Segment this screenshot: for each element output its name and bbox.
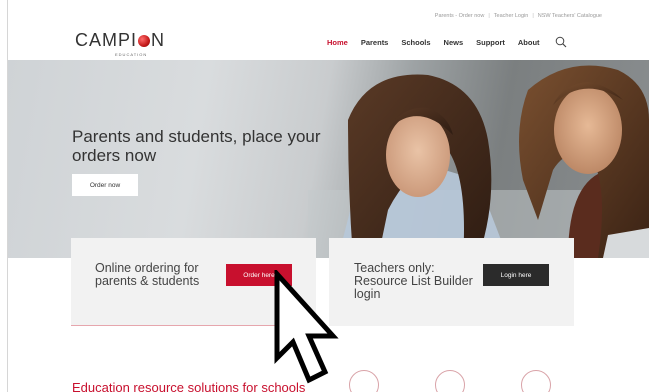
order-now-button[interactable]: Order now: [72, 174, 138, 196]
service-books-icon[interactable]: [521, 370, 551, 392]
utility-link-teacher-login[interactable]: Teacher Login: [494, 13, 529, 19]
mouse-pointer-icon: [274, 270, 339, 384]
logo-text-left: CAMPI: [75, 30, 138, 50]
service-forms-icon[interactable]: [349, 370, 379, 392]
hero-banner: Parents and students, place your orders …: [8, 60, 649, 258]
nav-item-home[interactable]: Home: [327, 38, 348, 47]
utility-link-parents-order[interactable]: Parents - Order now: [435, 13, 485, 19]
main-header: CAMPI N EDUCATION Home Parents Schools N…: [0, 24, 649, 60]
logo-text-right: N: [151, 30, 166, 50]
nav-item-schools[interactable]: Schools: [401, 38, 430, 47]
primary-nav: Home Parents Schools News Support About: [327, 36, 567, 48]
login-here-button[interactable]: Login here: [483, 264, 549, 286]
utility-separator: |: [488, 13, 490, 19]
logo-subtitle: EDUCATION: [115, 52, 148, 57]
nav-item-news[interactable]: News: [444, 38, 464, 47]
logo-ball-icon: [138, 34, 151, 47]
utility-links-bar: Parents - Order now | Teacher Login | NS…: [0, 8, 649, 24]
nav-item-parents[interactable]: Parents: [361, 38, 389, 47]
logo-wordmark: CAMPI N: [75, 30, 165, 51]
nav-item-about[interactable]: About: [518, 38, 540, 47]
search-icon[interactable]: [555, 36, 567, 48]
parents-card-title: Online ordering for parents & students: [95, 261, 200, 288]
utility-link-nsw-catalogue[interactable]: NSW Teachers' Catalogue: [538, 13, 602, 19]
teachers-card-title: Teachers only: Resource List Builder log…: [354, 261, 473, 301]
nav-item-support[interactable]: Support: [476, 38, 505, 47]
window-frame-edge: [0, 0, 8, 392]
utility-separator: |: [532, 13, 534, 19]
service-screen-icon[interactable]: [435, 370, 465, 392]
teachers-login-card: Teachers only: Resource List Builder log…: [329, 238, 574, 326]
hero-title: Parents and students, place your orders …: [72, 127, 321, 165]
campion-logo[interactable]: CAMPI N EDUCATION: [75, 30, 165, 57]
